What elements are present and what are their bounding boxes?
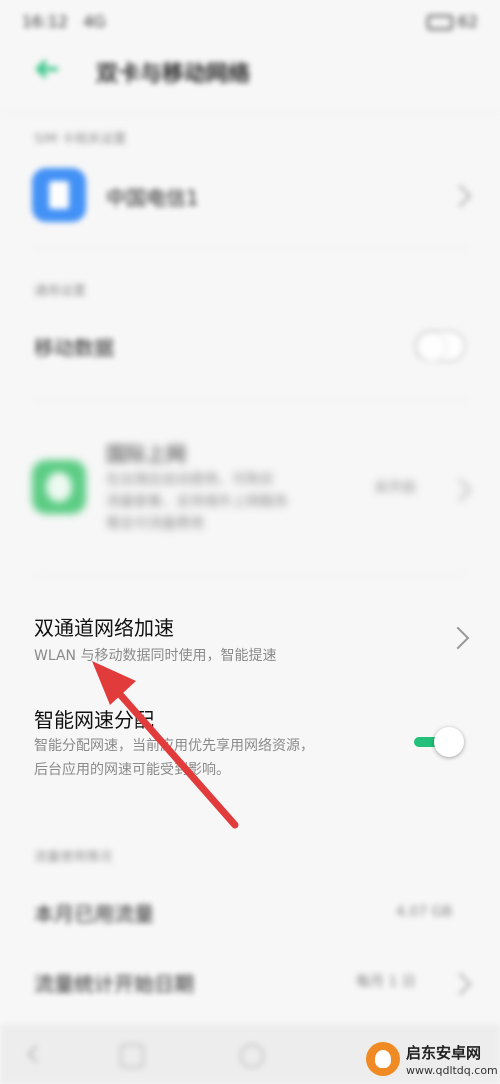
status-bar-left: 16:12 4G: [22, 12, 106, 31]
intl-roaming-title: 国际上网: [106, 442, 186, 466]
sim-card-icon: [32, 168, 86, 222]
watermark-name: 启东安卓网: [406, 1044, 482, 1062]
status-bar-right: 62: [426, 12, 478, 31]
network-type: 4G: [83, 12, 106, 31]
intl-roaming-row[interactable]: 国际上网 在出境后自动使用，可购买 流量套餐，支持境外上网服务 需支付流量费用 …: [0, 430, 500, 550]
sim-card-row[interactable]: 中国电信1: [0, 160, 500, 230]
cycle-start-value: 每月 1 日: [356, 974, 416, 990]
section-label-general: 通用设置: [34, 284, 87, 299]
intl-roaming-desc-3: 需支付流量费用: [106, 516, 204, 532]
chevron-right-icon: [448, 184, 472, 208]
section-label-sim: SIM 卡相关设置: [34, 132, 127, 147]
monthly-usage-value: 4.07 GB: [396, 904, 453, 920]
page-title: 双卡与移动网络: [96, 62, 251, 87]
monthly-usage-row[interactable]: 本月已用流量 4.07 GB: [0, 884, 500, 940]
section-label-usage: 流量使用情况: [34, 850, 113, 865]
cycle-start-row[interactable]: 流量统计开始日期 每月 1 日: [0, 954, 500, 1010]
battery-icon: [426, 15, 453, 30]
intl-roaming-status: 未开启: [374, 480, 416, 496]
globe-icon: [32, 460, 86, 514]
divider: [0, 114, 500, 115]
smart-speed-row[interactable]: 智能网速分配 智能分配网速，当前应用优先享用网络资源， 后台应用的网速可能受到影…: [0, 690, 500, 790]
divider: [34, 400, 466, 401]
home-nav-icon[interactable]: [120, 1044, 144, 1068]
cycle-start-label: 流量统计开始日期: [34, 972, 194, 996]
watermark-url: www.qdltdq.com: [406, 1064, 498, 1077]
status-time: 16:12: [22, 12, 69, 31]
back-arrow-icon[interactable]: [34, 58, 60, 80]
watermark: 启东安卓网 www.qdltdq.com: [366, 1040, 498, 1082]
divider: [34, 574, 466, 575]
watermark-logo-icon: [366, 1042, 400, 1076]
toggle-knob: [434, 727, 464, 757]
mobile-data-label: 移动数据: [34, 336, 114, 360]
back-nav-icon[interactable]: [27, 1045, 45, 1063]
dual-channel-row[interactable]: 双通道网络加速 WLAN 与移动数据同时使用，智能提速: [0, 600, 500, 676]
mobile-data-row[interactable]: 移动数据: [0, 318, 500, 374]
smart-speed-toggle[interactable]: [414, 726, 468, 758]
recents-nav-icon[interactable]: [240, 1044, 264, 1068]
battery-level: 62: [457, 12, 478, 31]
chevron-right-icon: [446, 626, 470, 650]
dual-channel-title: 双通道网络加速: [34, 616, 174, 640]
monthly-usage-label: 本月已用流量: [34, 902, 154, 926]
chevron-right-icon: [448, 478, 472, 502]
sim-card-name: 中国电信1: [106, 186, 199, 210]
intl-roaming-desc-1: 在出境后自动使用，可购买: [106, 472, 274, 488]
intl-roaming-desc-2: 流量套餐，支持境外上网服务: [106, 494, 288, 510]
annotation-arrow-icon: [80, 655, 250, 835]
chevron-right-icon: [448, 972, 472, 996]
mobile-data-toggle[interactable]: [414, 330, 466, 362]
divider: [34, 248, 466, 249]
